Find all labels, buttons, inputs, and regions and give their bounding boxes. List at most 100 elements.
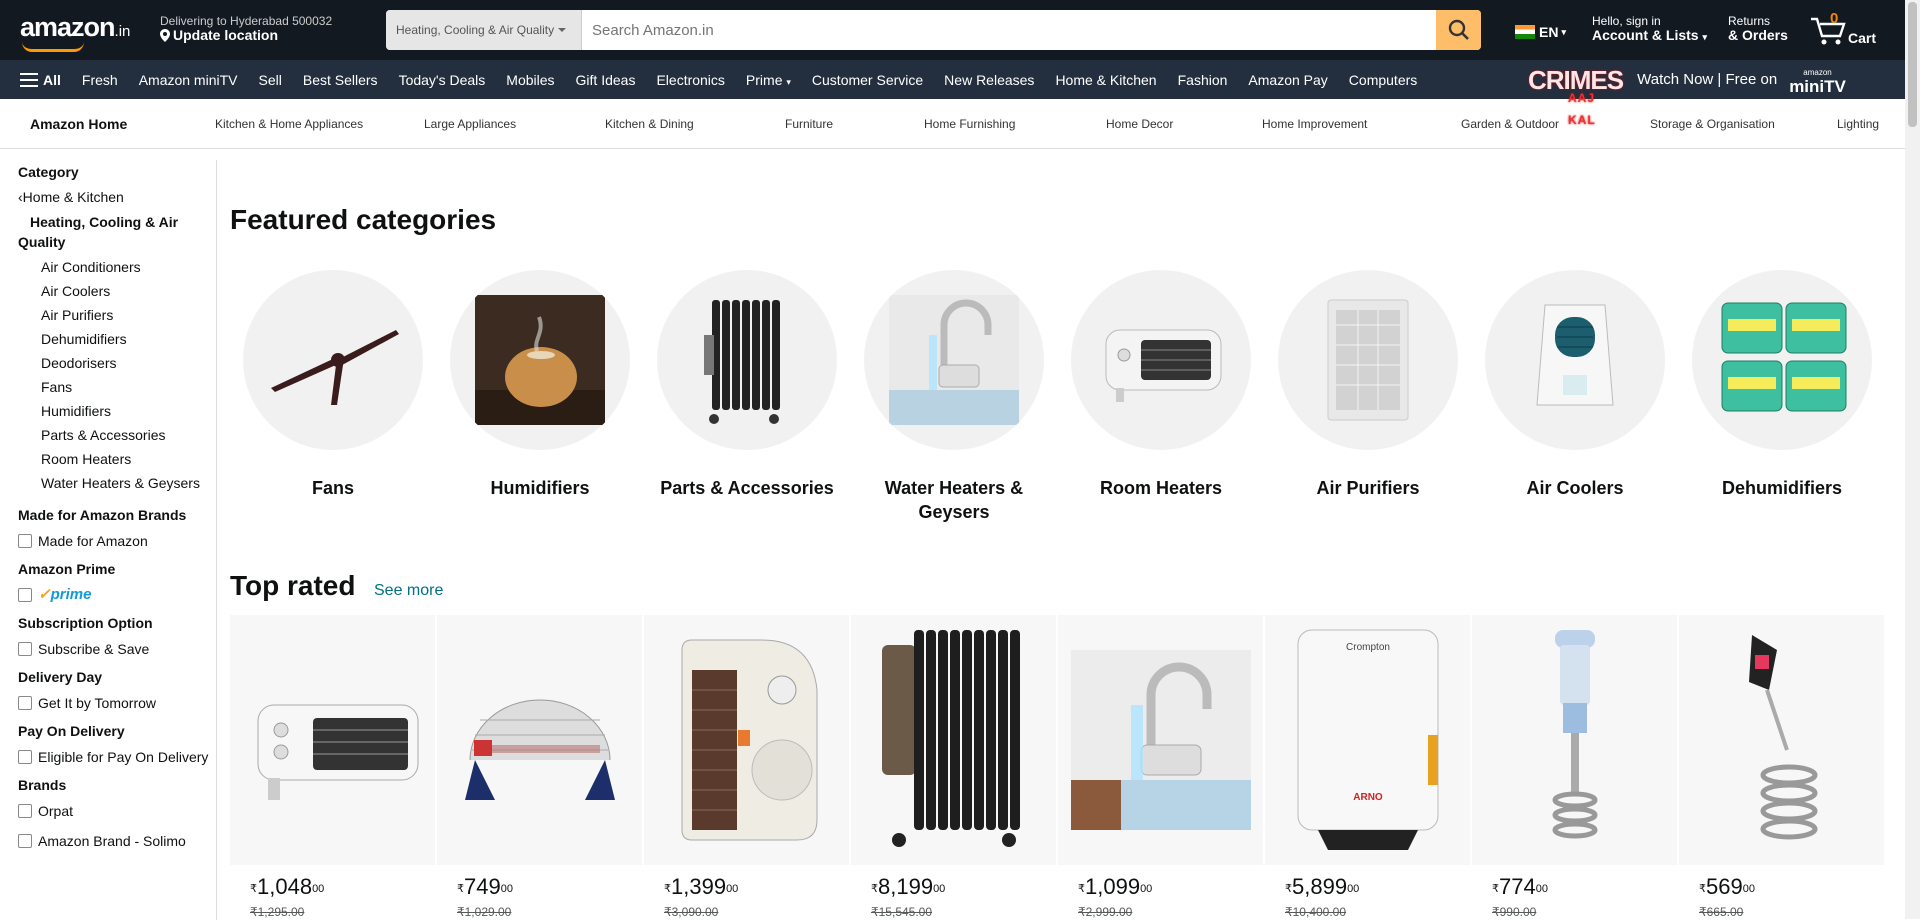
product-card[interactable]: ₹1,04800 ₹1,295.00 <box>230 615 435 919</box>
crompton-geyser-product-icon: Crompton ARNO <box>1297 629 1438 850</box>
checkbox[interactable] <box>18 642 32 656</box>
filter-subscribe-save[interactable]: Subscribe & Save <box>18 639 216 659</box>
subnav-amazon-home[interactable]: Amazon Home <box>30 116 185 132</box>
subnav-garden-outdoor[interactable]: Garden & Outdoor <box>1461 117 1650 131</box>
immersion-rod-product-icon <box>1552 630 1597 839</box>
nav-new-releases[interactable]: New Releases <box>944 72 1034 88</box>
subcat-air-purifiers[interactable]: Air Purifiers <box>18 306 216 325</box>
checkbox[interactable] <box>18 834 32 848</box>
water-heater-tap-icon <box>889 295 1019 425</box>
category-parts-accessories[interactable]: Parts & Accessories <box>657 270 837 524</box>
product-price: ₹74900 <box>457 874 513 899</box>
halogen-heater-product-icon <box>464 699 615 800</box>
subcat-parts-accessories[interactable]: Parts & Accessories <box>18 426 216 445</box>
checkbox[interactable] <box>18 588 32 602</box>
page-scrollbar[interactable] <box>1905 0 1920 919</box>
category-water-heaters[interactable]: Water Heaters & Geysers <box>864 270 1044 524</box>
product-mrp: ₹1,029.00 <box>457 905 512 919</box>
product-price: ₹5,89900 <box>1285 874 1360 899</box>
product-card[interactable]: ₹1,09900 ₹2,999.00 <box>1058 615 1263 919</box>
nav-prime[interactable]: Prime ▾ <box>746 72 791 88</box>
featured-categories-row: Fans Humidifiers Parts & Accessories Wat… <box>243 270 1899 524</box>
subnav-furniture[interactable]: Furniture <box>785 117 924 131</box>
parent-category-link[interactable]: ‹Home & Kitchen <box>18 188 216 207</box>
nav-home-kitchen[interactable]: Home & Kitchen <box>1055 72 1156 88</box>
nav-best-sellers[interactable]: Best Sellers <box>303 72 378 88</box>
subnav-home-improvement[interactable]: Home Improvement <box>1262 117 1461 131</box>
checkbox[interactable] <box>18 750 32 764</box>
checkbox[interactable] <box>18 804 32 818</box>
nav-gift-ideas[interactable]: Gift Ideas <box>576 72 636 88</box>
subcat-water-heaters[interactable]: Water Heaters & Geysers <box>18 474 216 493</box>
filter-made-for-amazon[interactable]: Made for Amazon <box>18 531 216 551</box>
category-dehumidifiers[interactable]: Dehumidifiers <box>1692 270 1872 524</box>
category-humidifiers[interactable]: Humidifiers <box>450 270 630 524</box>
cart-button[interactable]: 0 Cart <box>1810 10 1876 46</box>
nav-todays-deals[interactable]: Today's Deals <box>399 72 486 88</box>
subnav-home-furnishing[interactable]: Home Furnishing <box>924 117 1106 131</box>
product-mrp: ₹15,545.00 <box>871 905 933 919</box>
filter-get-it-tomorrow[interactable]: Get It by Tomorrow <box>18 693 216 713</box>
delivery-location[interactable]: Delivering to Hyderabad 500032 Update lo… <box>160 14 332 42</box>
fan-heater-product-icon <box>257 704 418 800</box>
nav-computers[interactable]: Computers <box>1349 72 1417 88</box>
filter-pay-on-delivery[interactable]: Eligible for Pay On Delivery <box>18 747 216 767</box>
product-price: ₹8,19900 <box>871 874 946 899</box>
product-card[interactable]: ₹74900 ₹1,029.00 <box>437 615 642 919</box>
air-cooler-icon <box>1536 304 1614 406</box>
product-card[interactable]: ₹1,39900 ₹3,090.00 <box>644 615 849 919</box>
filter-brand-orpat[interactable]: Orpat <box>18 801 216 821</box>
subcat-humidifiers[interactable]: Humidifiers <box>18 402 216 421</box>
category-room-heaters[interactable]: Room Heaters <box>1071 270 1251 524</box>
amazon-logo[interactable]: amazon.in <box>20 12 130 52</box>
subcat-dehumidifiers[interactable]: Dehumidifiers <box>18 330 216 349</box>
promo-text: Watch Now | Free on <box>1637 71 1778 88</box>
nav-sell[interactable]: Sell <box>259 72 282 88</box>
checkbox[interactable] <box>18 534 32 548</box>
current-category: Heating, Cooling & Air Quality <box>18 214 179 250</box>
checkbox[interactable] <box>18 696 32 710</box>
update-location: Update location <box>173 27 279 43</box>
language-selector[interactable]: EN ▾ <box>1515 24 1566 40</box>
search-bar: Heating, Cooling & Air Quality <box>386 10 1481 50</box>
see-more-link[interactable]: See more <box>374 582 443 600</box>
prime-logo-icon: ✓prime <box>38 586 92 603</box>
search-category-dropdown[interactable]: Heating, Cooling & Air Quality <box>386 10 582 50</box>
subcat-deodorisers[interactable]: Deodorisers <box>18 354 216 373</box>
nav-fresh[interactable]: Fresh <box>82 72 118 88</box>
subcat-air-conditioners[interactable]: Air Conditioners <box>18 258 216 277</box>
product-card[interactable]: Crompton ARNO ₹5,89900 ₹10,400.00 <box>1265 615 1470 919</box>
search-button[interactable] <box>1436 10 1481 50</box>
nav-electronics[interactable]: Electronics <box>656 72 724 88</box>
subcat-air-coolers[interactable]: Air Coolers <box>18 282 216 301</box>
subcat-fans[interactable]: Fans <box>18 378 216 397</box>
product-card[interactable]: ₹56900 ₹665.00 <box>1679 615 1884 919</box>
all-menu-button[interactable]: All <box>20 72 61 88</box>
nav-fashion[interactable]: Fashion <box>1178 72 1228 88</box>
returns-orders[interactable]: Returns & Orders <box>1728 14 1788 42</box>
ceiling-fan-icon <box>271 330 399 405</box>
nav-mobiles[interactable]: Mobiles <box>506 72 554 88</box>
category-air-purifiers[interactable]: Air Purifiers <box>1278 270 1458 524</box>
subcat-room-heaters[interactable]: Room Heaters <box>18 450 216 469</box>
subnav-storage-organisation[interactable]: Storage & Organisation <box>1650 117 1837 131</box>
search-input[interactable] <box>582 10 1436 50</box>
nav-customer-service[interactable]: Customer Service <box>812 72 923 88</box>
filter-prime[interactable]: ✓prime <box>18 585 216 605</box>
nav-amazon-pay[interactable]: Amazon Pay <box>1248 72 1327 88</box>
nav-minitv[interactable]: Amazon miniTV <box>139 72 238 88</box>
subnav-kitchen-home-appliances[interactable]: Kitchen & Home Appliances <box>185 117 424 131</box>
subnav-large-appliances[interactable]: Large Appliances <box>424 117 605 131</box>
account-lists[interactable]: Hello, sign in Account & Lists ▾ <box>1592 14 1707 44</box>
filter-brand-solimo[interactable]: Amazon Brand - Solimo <box>18 831 216 851</box>
subnav-home-decor[interactable]: Home Decor <box>1106 117 1262 131</box>
category-air-coolers[interactable]: Air Coolers <box>1485 270 1665 524</box>
subnav-kitchen-dining[interactable]: Kitchen & Dining <box>605 117 785 131</box>
scrollbar-thumb[interactable] <box>1908 2 1917 127</box>
product-price: ₹1,09900 <box>1078 874 1153 899</box>
category-fans[interactable]: Fans <box>243 270 423 524</box>
subnav-lighting[interactable]: Lighting <box>1837 117 1879 131</box>
minitv-promo-banner[interactable]: CRIMES AAJ KAL Watch Now | Free on amazon… <box>1528 60 1846 127</box>
product-card[interactable]: ₹8,19900 ₹15,545.00 <box>851 615 1056 919</box>
product-card[interactable]: ₹77400 ₹990.00 <box>1472 615 1677 919</box>
